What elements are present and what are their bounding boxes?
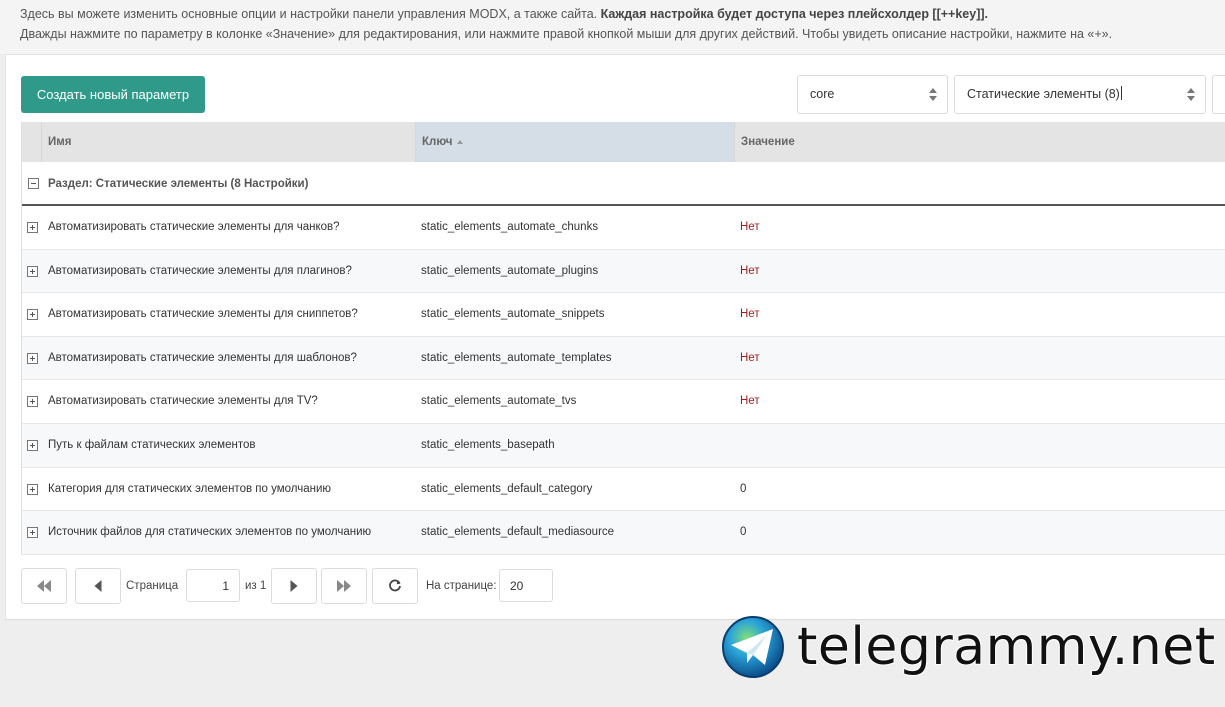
page-number-input[interactable] <box>186 569 240 602</box>
expand-icon[interactable] <box>27 396 38 408</box>
search-field[interactable] <box>1212 75 1225 114</box>
last-page-icon <box>337 580 351 592</box>
row-value[interactable]: 0 <box>740 468 746 511</box>
watermark: telegrammy.net <box>721 615 1221 679</box>
select-arrows-icon <box>929 88 937 102</box>
next-page-icon <box>290 580 298 592</box>
page-of-label: из 1 <box>245 580 267 592</box>
expand-icon[interactable] <box>27 265 38 277</box>
row-value[interactable]: Нет <box>740 293 760 336</box>
row-key: static_elements_basepath <box>421 438 555 451</box>
table-row[interactable]: Путь к файлам статических элементов stat… <box>22 423 1225 468</box>
prev-page-button[interactable] <box>75 568 121 604</box>
select-arrows-icon <box>1187 88 1195 102</box>
next-page-button[interactable] <box>271 568 317 604</box>
settings-panel: Создать новый параметр core Статические … <box>5 54 1225 620</box>
settings-grid: Имя Ключ Значение Раздел: Статические эл… <box>21 122 1225 555</box>
table-row[interactable]: Автоматизировать статические элементы дл… <box>22 336 1225 381</box>
row-name: Путь к файлам статических элементов <box>48 438 256 451</box>
column-header-name[interactable]: Имя <box>42 122 416 162</box>
expand-icon[interactable] <box>27 352 38 364</box>
expander-column-header <box>22 122 42 162</box>
row-key: static_elements_automate_snippets <box>421 308 605 321</box>
last-page-button[interactable] <box>321 568 367 604</box>
row-name: Автоматизировать статические элементы дл… <box>48 351 357 364</box>
row-key: static_elements_default_category <box>421 482 593 495</box>
expand-icon[interactable] <box>27 222 38 233</box>
grid-rows: Автоматизировать статические элементы дл… <box>22 206 1225 555</box>
area-select-value: Статические элементы (8) <box>967 87 1120 101</box>
intro-line2: Дважды нажмите по параметру в колонке «З… <box>20 27 1113 41</box>
table-row[interactable]: Автоматизировать статические элементы дл… <box>22 293 1225 337</box>
column-header-value[interactable]: Значение <box>735 122 1225 162</box>
column-header-key[interactable]: Ключ <box>416 122 735 162</box>
per-page-label: На странице: <box>426 580 497 592</box>
row-key: static_elements_automate_chunks <box>421 221 599 233</box>
pagination-toolbar: Страница из 1 На странице: <box>21 568 621 604</box>
per-page-input[interactable] <box>499 569 553 602</box>
refresh-icon <box>389 579 401 592</box>
table-row[interactable]: Автоматизировать статические элементы дл… <box>22 206 1225 250</box>
collapse-icon[interactable] <box>28 178 39 189</box>
group-title: Раздел: Статические элементы (8 Настройк… <box>48 178 309 190</box>
first-page-icon <box>37 580 51 592</box>
table-row[interactable]: Категория для статических элементов по у… <box>22 467 1225 512</box>
intro-text: Здесь вы можете изменить основные опции … <box>0 0 1225 54</box>
namespace-select-value: core <box>810 87 835 101</box>
sort-asc-icon <box>457 140 464 144</box>
telegram-globe-icon <box>722 616 784 678</box>
row-key: static_elements_default_mediasource <box>421 526 615 539</box>
first-page-button[interactable] <box>21 568 67 604</box>
row-name: Категория для статических элементов по у… <box>48 482 332 495</box>
row-key: static_elements_automate_plugins <box>421 264 599 277</box>
page-label: Страница <box>126 580 179 592</box>
row-name: Автоматизировать статические элементы дл… <box>48 264 352 277</box>
row-name: Автоматизировать статические элементы дл… <box>48 308 358 321</box>
expand-icon[interactable] <box>27 527 38 539</box>
expand-icon[interactable] <box>27 483 38 495</box>
expand-icon[interactable] <box>27 309 38 321</box>
text-cursor <box>1120 86 1122 100</box>
row-value[interactable]: Нет <box>740 206 760 249</box>
group-row[interactable]: Раздел: Статические элементы (8 Настройк… <box>22 162 1225 206</box>
prev-page-icon <box>94 580 102 592</box>
table-row[interactable]: Источник файлов для статических элементо… <box>22 511 1225 555</box>
namespace-select[interactable]: core <box>797 75 948 114</box>
area-select[interactable]: Статические элементы (8) <box>954 75 1206 114</box>
row-name: Источник файлов для статических элементо… <box>48 526 372 539</box>
row-name: Автоматизировать статические элементы дл… <box>48 221 340 233</box>
row-key: static_elements_automate_tvs <box>421 395 577 408</box>
table-row[interactable]: Автоматизировать статические элементы дл… <box>22 380 1225 424</box>
row-value[interactable]: Нет <box>740 250 760 293</box>
row-value[interactable]: Нет <box>740 337 760 380</box>
table-row[interactable]: Автоматизировать статические элементы дл… <box>22 249 1225 294</box>
create-setting-button[interactable]: Создать новый параметр <box>21 76 205 113</box>
row-value[interactable]: 0 <box>740 511 746 554</box>
intro-line1-bold: Каждая настройка будет доступа через пле… <box>600 7 989 21</box>
watermark-text: telegrammy.net <box>796 616 1216 678</box>
expand-icon[interactable] <box>27 439 38 451</box>
intro-line1: Здесь вы можете изменить основные опции … <box>20 7 601 21</box>
row-key: static_elements_automate_templates <box>421 351 612 364</box>
row-name: Автоматизировать статические элементы дл… <box>48 395 318 408</box>
row-value[interactable]: Нет <box>740 380 760 423</box>
refresh-button[interactable] <box>372 568 418 604</box>
grid-header: Имя Ключ Значение <box>22 122 1225 162</box>
